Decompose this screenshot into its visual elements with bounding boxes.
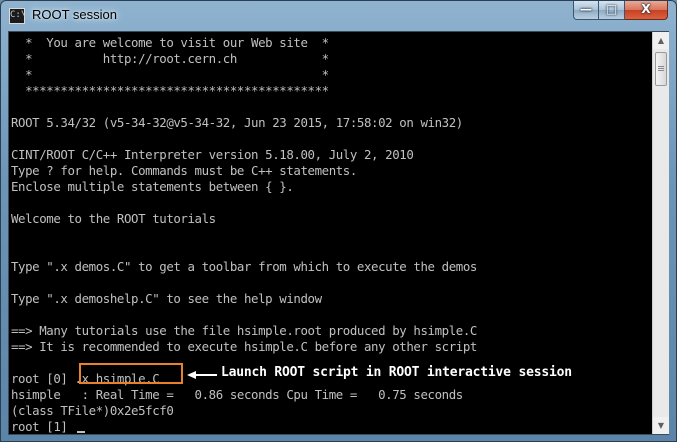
- console-line: Type ".x demoshelp.C" to see the help wi…: [11, 291, 322, 306]
- console-line: ==> It is recommended to execute hsimple…: [11, 339, 477, 354]
- console-line: (class TFile*)0x2e5fcf0: [11, 403, 174, 418]
- scroll-down-icon[interactable]: ▼: [653, 417, 669, 434]
- window-controls: — □ X: [573, 1, 668, 21]
- console-line: Type ? for help. Commands must be C++ st…: [11, 163, 357, 178]
- console-line: hsimple : Real Time = 0.86 seconds Cpu T…: [11, 387, 463, 402]
- console-line: root [1]: [11, 419, 85, 434]
- console-line: ROOT 5.34/32 (v5-34-32@v5-34-32, Jun 23 …: [11, 115, 463, 130]
- scrollbar-thumb[interactable]: [655, 52, 667, 86]
- command-highlight-box: [79, 363, 183, 384]
- console-line: ****************************************…: [11, 83, 329, 98]
- left-arrow-icon: [187, 371, 217, 379]
- minimize-button[interactable]: —: [573, 1, 599, 20]
- annotation-label: Launch ROOT script in ROOT interactive s…: [221, 365, 572, 380]
- vertical-scrollbar[interactable]: ▲ ▼: [652, 32, 669, 434]
- console-line: Enclose multiple statements between { }.: [11, 179, 294, 194]
- console-line: * You are welcome to visit our Web site …: [11, 35, 329, 50]
- console-line: ==> Many tutorials use the file hsimple.…: [11, 323, 477, 338]
- console-line: Type ".x demos.C" to get a toolbar from …: [11, 259, 477, 274]
- console-client-area: * You are welcome to visit our Web site …: [8, 31, 669, 435]
- console-icon[interactable]: C:\: [9, 8, 26, 24]
- root-session-window: C:\ ROOT session — □ X * You are welcome…: [0, 0, 677, 442]
- window-title: ROOT session: [32, 7, 118, 22]
- console-line: * http://root.cern.ch *: [11, 51, 329, 66]
- console-line: CINT/ROOT C/C++ Interpreter version 5.18…: [11, 147, 414, 162]
- title-bar[interactable]: C:\ ROOT session — □ X: [1, 1, 676, 31]
- console-line: * *: [11, 67, 329, 82]
- maximize-button[interactable]: □: [599, 1, 625, 20]
- console-line: Welcome to the ROOT tutorials: [11, 211, 216, 226]
- console-output[interactable]: * You are welcome to visit our Web site …: [9, 32, 652, 434]
- text-cursor: [76, 431, 85, 433]
- close-button[interactable]: X: [625, 1, 668, 20]
- scroll-up-icon[interactable]: ▲: [653, 32, 669, 49]
